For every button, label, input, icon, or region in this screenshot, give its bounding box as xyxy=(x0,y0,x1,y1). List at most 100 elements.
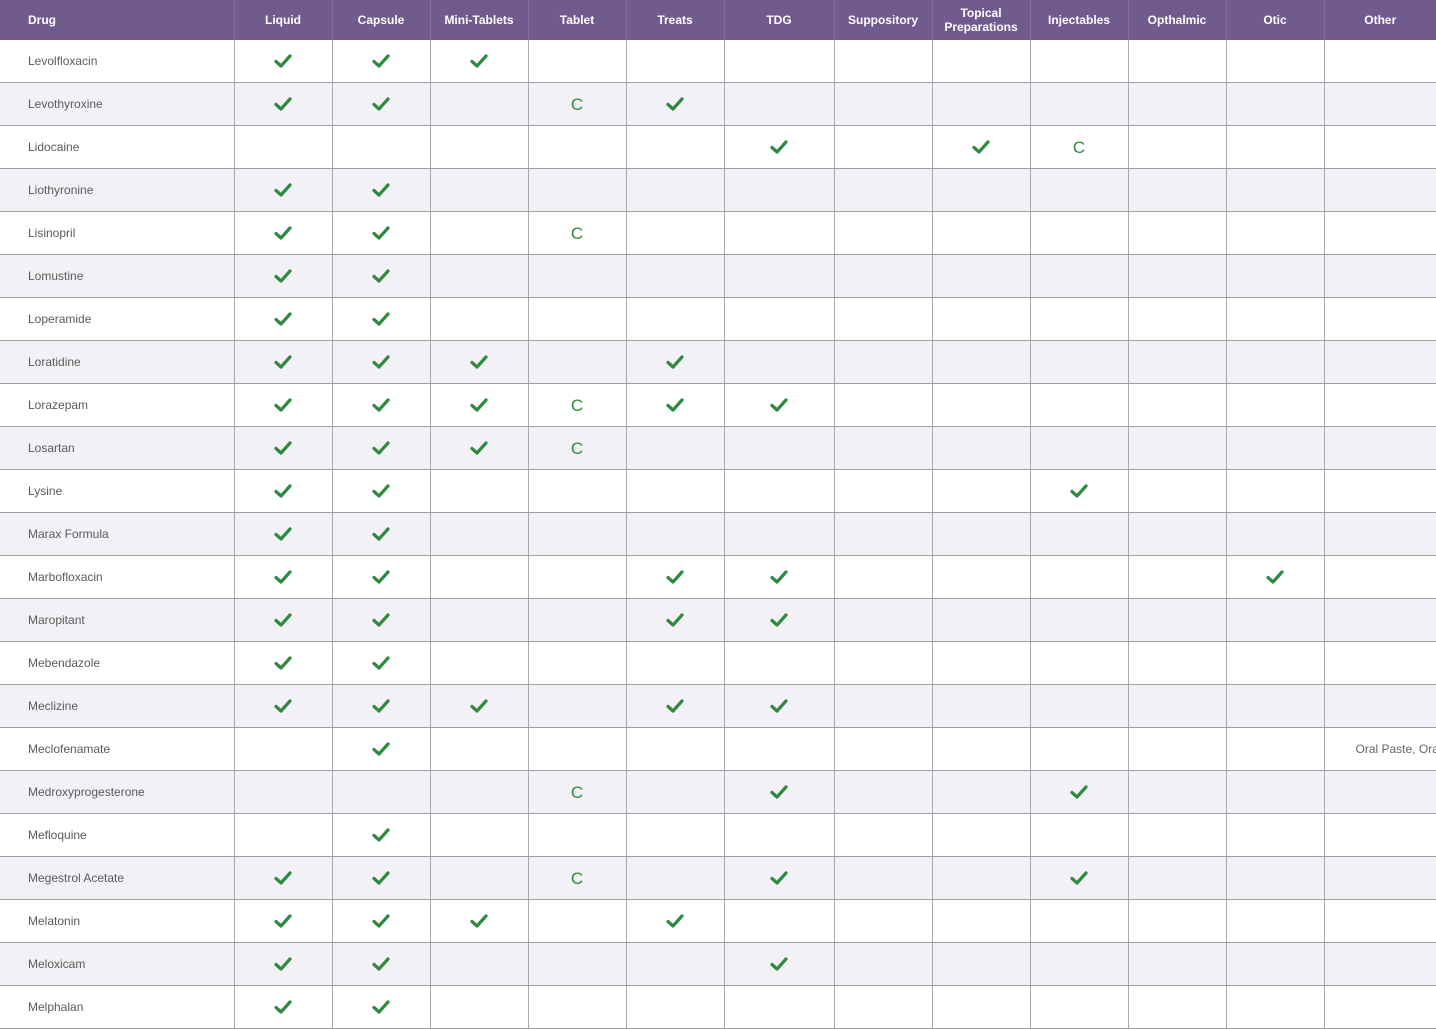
compounded-mark: C xyxy=(570,223,584,243)
table-cell xyxy=(430,383,529,427)
table-cell xyxy=(834,555,933,599)
drug-name-cell: Maropitant xyxy=(0,598,235,642)
table-cell xyxy=(1324,985,1436,1029)
table-cell xyxy=(234,727,333,771)
table-cell xyxy=(724,340,835,384)
table-row: Lidocaine C xyxy=(0,125,1436,169)
checkmark-icon xyxy=(274,441,292,456)
table-cell xyxy=(626,512,725,556)
table-cell xyxy=(626,426,725,470)
table-cell xyxy=(724,598,835,642)
table-cell xyxy=(1030,770,1129,814)
checkmark-icon xyxy=(274,97,292,112)
table-cell xyxy=(724,727,835,771)
table-cell xyxy=(1128,125,1227,169)
checkmark-icon xyxy=(372,613,390,628)
table-cell xyxy=(1030,297,1129,341)
table-cell xyxy=(932,770,1031,814)
table-cell xyxy=(1226,684,1325,728)
table-row: Melphalan xyxy=(0,985,1436,1029)
table-cell xyxy=(234,469,333,513)
checkmark-icon xyxy=(770,785,788,800)
table-cell xyxy=(1226,168,1325,212)
table-row: Meclofenamate Oral Paste, Ora xyxy=(0,727,1436,771)
table-row: Mefloquine xyxy=(0,813,1436,857)
table-cell xyxy=(430,469,529,513)
table-cell xyxy=(430,426,529,470)
table-cell xyxy=(332,813,431,857)
table-cell xyxy=(332,469,431,513)
checkmark-icon xyxy=(1266,570,1284,585)
checkmark-icon xyxy=(274,527,292,542)
table-cell xyxy=(332,426,431,470)
table-cell xyxy=(626,899,725,943)
table-cell xyxy=(1226,426,1325,470)
table-cell xyxy=(932,684,1031,728)
table-cell xyxy=(528,297,627,341)
table-cell xyxy=(626,770,725,814)
column-header-liquid: Liquid xyxy=(234,0,333,40)
table-cell xyxy=(332,254,431,298)
table-cell xyxy=(834,770,933,814)
table-cell xyxy=(1030,168,1129,212)
table-cell xyxy=(1226,340,1325,384)
table-cell xyxy=(1324,82,1436,126)
table-cell xyxy=(234,168,333,212)
table-cell xyxy=(1324,512,1436,556)
column-header-capsule: Capsule xyxy=(332,0,431,40)
table-cell xyxy=(528,684,627,728)
compounded-mark: C xyxy=(570,395,584,415)
table-cell xyxy=(932,899,1031,943)
table-cell xyxy=(932,168,1031,212)
table-row: Megestrol Acetate C xyxy=(0,856,1436,900)
table-cell xyxy=(724,770,835,814)
checkmark-icon xyxy=(372,312,390,327)
checkmark-icon xyxy=(274,656,292,671)
checkmark-icon xyxy=(274,269,292,284)
table-cell xyxy=(1324,125,1436,169)
table-cell xyxy=(626,254,725,298)
table-cell xyxy=(1226,985,1325,1029)
table-cell xyxy=(1030,727,1129,771)
table-cell: C xyxy=(528,426,627,470)
table-cell xyxy=(1030,82,1129,126)
table-cell xyxy=(430,684,529,728)
table-cell xyxy=(834,125,933,169)
checkmark-icon xyxy=(770,140,788,155)
table-cell xyxy=(724,899,835,943)
table-cell xyxy=(1128,297,1227,341)
table-cell xyxy=(724,297,835,341)
drug-name-cell: Mebendazole xyxy=(0,641,235,685)
table-cell xyxy=(1030,985,1129,1029)
table-cell xyxy=(234,598,333,642)
table-cell xyxy=(834,383,933,427)
table-cell xyxy=(626,383,725,427)
table-cell xyxy=(528,985,627,1029)
table-cell xyxy=(1324,856,1436,900)
checkmark-icon xyxy=(372,269,390,284)
table-cell xyxy=(834,426,933,470)
table-cell xyxy=(1226,899,1325,943)
checkmark-icon xyxy=(372,914,390,929)
table-cell xyxy=(1324,641,1436,685)
table-cell: C xyxy=(1030,125,1129,169)
table-cell: C xyxy=(528,770,627,814)
table-cell xyxy=(430,211,529,255)
table-cell xyxy=(234,856,333,900)
table-cell xyxy=(1030,641,1129,685)
table-cell xyxy=(430,813,529,857)
table-cell xyxy=(932,211,1031,255)
column-header-topical-preparations: Topical Preparations xyxy=(932,0,1031,40)
table-cell xyxy=(1128,856,1227,900)
table-cell xyxy=(626,727,725,771)
table-cell xyxy=(1226,82,1325,126)
checkmark-icon xyxy=(372,441,390,456)
table-cell xyxy=(234,383,333,427)
table-cell xyxy=(430,297,529,341)
checkmark-icon xyxy=(470,398,488,413)
table-cell xyxy=(1226,727,1325,771)
table-cell xyxy=(932,512,1031,556)
checkmark-icon xyxy=(470,441,488,456)
compounded-mark: C xyxy=(570,438,584,458)
checkmark-icon xyxy=(274,183,292,198)
